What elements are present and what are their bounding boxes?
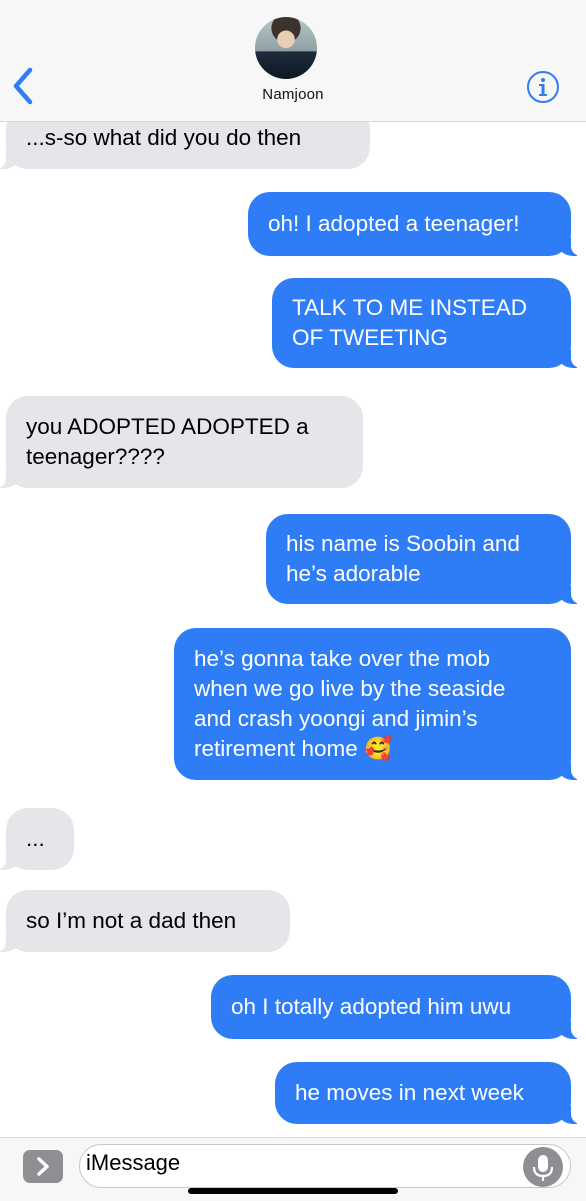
message-bubble-outgoing[interactable]: oh I totally adopted him uwu [211,975,581,1039]
dictation-button[interactable] [523,1147,563,1187]
message-line: he’s adorable [286,561,421,586]
message-text: ... [26,826,45,851]
message-bubble-outgoing[interactable]: TALK TO ME INSTEAD OF TWEETING [272,278,581,368]
message-line: you ADOPTED ADOPTED a [26,414,309,439]
message-text: so I’m not a dad then [26,908,237,933]
apps-button[interactable] [23,1150,63,1183]
message-line: his name is Soobin and [286,531,520,556]
message-line: OF TWEETING [292,325,448,350]
microphone-icon [532,1155,554,1181]
message-text: he moves in next week [295,1080,524,1105]
contact-avatar[interactable] [255,17,317,79]
chevron-right-icon [37,1157,49,1176]
message-text: oh! I adopted a teenager! [268,211,520,236]
message-input-placeholder: iMessage [86,1150,181,1175]
message-bubble-incoming[interactable]: so I’m not a dad then [0,890,290,952]
conversation-header: Namjoon [0,0,586,122]
message-bubble-outgoing[interactable]: he’s gonna take over the mob when we go … [174,628,581,780]
message-bubble-outgoing[interactable]: oh! I adopted a teenager! [248,192,581,256]
message-text: ...s-so what did you do then [26,125,302,150]
home-indicator[interactable] [188,1188,398,1194]
message-line: and crash yoongi and jimin’s [194,706,478,731]
message-line: when we go live by the seaside [194,676,506,701]
message-line: TALK TO ME INSTEAD [292,295,528,320]
message-bubble-outgoing[interactable]: his name is Soobin and he’s adorable [266,514,581,604]
info-circle-icon [527,71,559,103]
message-bubble-outgoing[interactable]: he moves in next week [275,1062,581,1124]
message-text: oh I totally adopted him uwu [231,994,512,1019]
info-button[interactable] [526,70,560,104]
message-bubble-incoming[interactable]: ... [0,808,74,870]
message-line: he’s gonna take over the mob [194,646,491,671]
contact-name[interactable]: Namjoon [0,86,586,103]
message-bubble-incoming[interactable]: you ADOPTED ADOPTED a teenager???? [0,396,363,488]
message-line: retirement home 🥰 [194,736,393,761]
message-line: teenager???? [26,444,165,469]
